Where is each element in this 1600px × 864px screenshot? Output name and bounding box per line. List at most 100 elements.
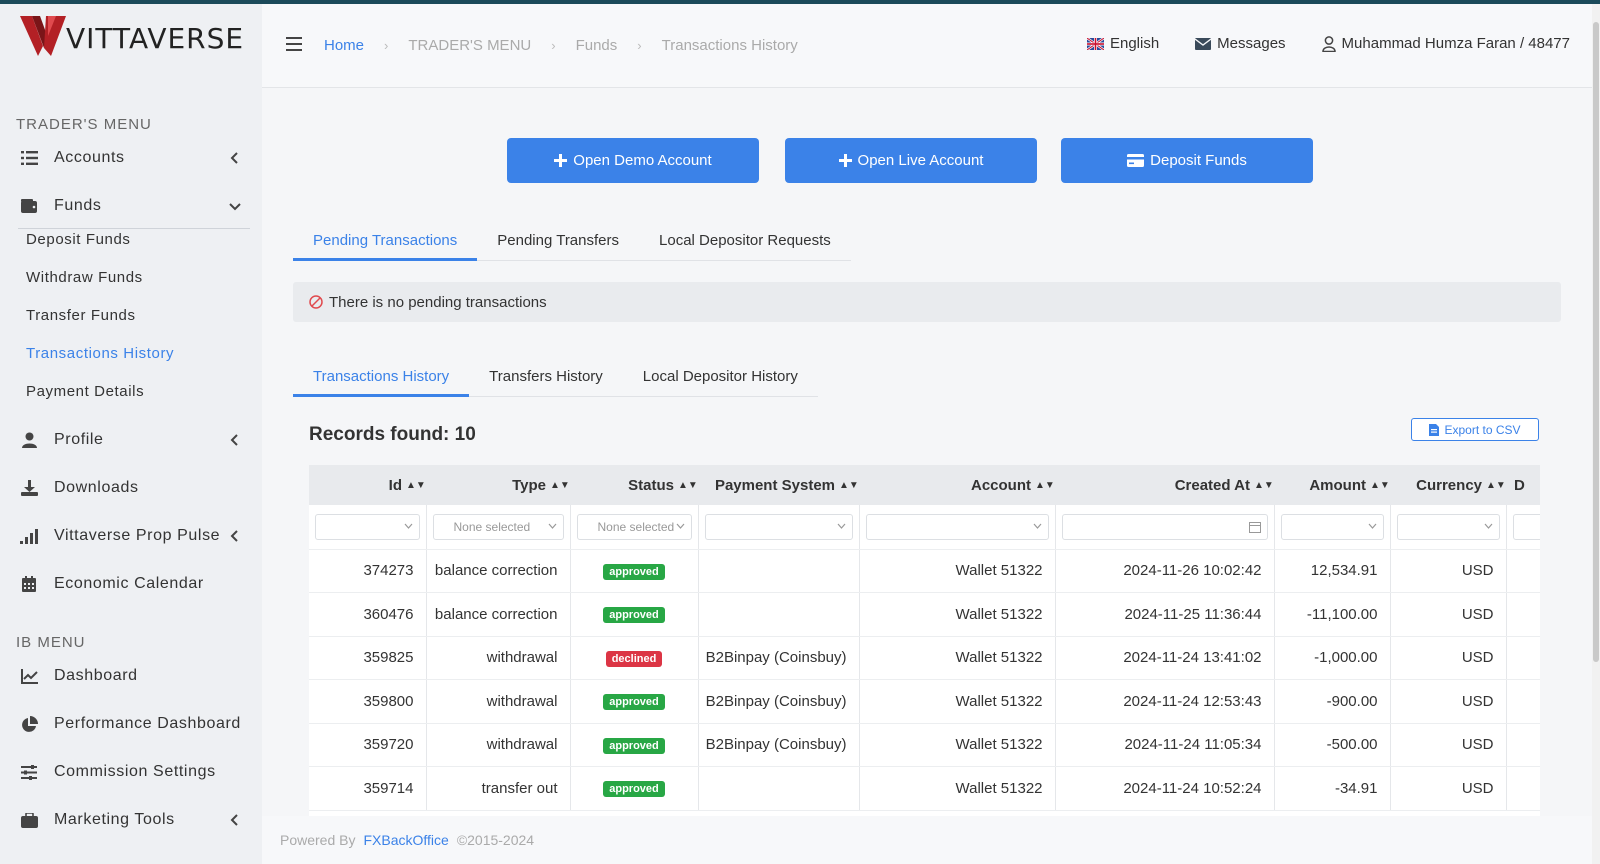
- sidebar-item-profile[interactable]: Profile: [0, 422, 262, 458]
- ban-icon: [309, 295, 323, 309]
- chevron-down-icon: [1033, 523, 1041, 529]
- id-filter[interactable]: [315, 513, 420, 540]
- status-filter[interactable]: None selected: [576, 513, 692, 540]
- cell-payment-system: B2Binpay (Coinsbuy): [698, 636, 860, 680]
- sidebar-item-funds[interactable]: Funds: [0, 188, 262, 224]
- column-header-created-at[interactable]: Created At ▲▼: [1055, 465, 1274, 505]
- fxbackoffice-link[interactable]: FXBackOffice: [363, 832, 448, 848]
- language-label: English: [1109, 35, 1160, 52]
- open-demo-account-button[interactable]: Open Demo Account: [507, 138, 759, 183]
- overflow-filter[interactable]: [1512, 513, 1540, 540]
- messages-link[interactable]: Messages: [1195, 35, 1286, 52]
- cell-overflow: [1506, 549, 1540, 593]
- breadcrumb-separator-icon: ›: [551, 38, 556, 53]
- deposit-funds-button[interactable]: Deposit Funds: [1061, 138, 1313, 183]
- column-header-type[interactable]: Type ▲▼: [426, 465, 570, 505]
- cell-type: transfer out: [426, 766, 571, 811]
- cell-amount: -900.00: [1274, 679, 1391, 724]
- sort-icon: ▲▼: [1254, 480, 1274, 492]
- sidebar-item-label: Funds: [54, 197, 102, 214]
- deposit-funds-label: Deposit Funds: [1150, 152, 1247, 169]
- sort-icon: ▲▼: [1370, 480, 1390, 492]
- column-header-id[interactable]: Id ▲▼: [309, 465, 426, 505]
- column-header-currency[interactable]: Currency ▲▼: [1390, 465, 1506, 505]
- export-csv-label: Export to CSV: [1444, 422, 1521, 437]
- user-menu[interactable]: Muhammad Humza Faran / 48477: [1321, 35, 1570, 52]
- sidebar-item-performance-dashboard[interactable]: Performance Dashboard: [0, 706, 262, 742]
- signal-bars-icon: [20, 527, 38, 545]
- tab-pending-transactions[interactable]: Pending Transactions: [293, 232, 478, 261]
- scrollbar-thumb[interactable]: [1593, 22, 1599, 662]
- table-row: 360476 balance correction approved Wallet 5…: [309, 592, 1540, 637]
- column-header-overflow: D: [1506, 465, 1540, 505]
- column-header-amount[interactable]: Amount ▲▼: [1274, 465, 1390, 505]
- cell-status: approved: [570, 592, 699, 637]
- tab-transfers-history[interactable]: Transfers History: [469, 368, 623, 396]
- column-header-account[interactable]: Account ▲▼: [859, 465, 1055, 505]
- pending-alert-text: There is no pending transactions: [329, 293, 547, 311]
- sidebar-item-prop-pulse[interactable]: Vittaverse Prop Pulse: [0, 518, 262, 554]
- cell-id: 359800: [309, 679, 427, 724]
- sidebar-item-commission-settings[interactable]: Commission Settings: [0, 754, 262, 790]
- sidebar-item-marketing-tools[interactable]: Marketing Tools: [0, 802, 262, 838]
- powered-by-text: Powered By: [280, 832, 356, 848]
- sidebar-sub-transfer-funds[interactable]: Transfer Funds: [26, 307, 136, 324]
- type-filter[interactable]: None selected: [432, 513, 564, 540]
- amount-filter[interactable]: [1280, 513, 1384, 540]
- sidebar-sub-payment-details[interactable]: Payment Details: [26, 383, 144, 400]
- created-at-filter[interactable]: [1061, 513, 1268, 540]
- cell-amount: -500.00: [1274, 723, 1391, 767]
- currency-filter[interactable]: [1396, 513, 1500, 540]
- tab-local-depositor-requests[interactable]: Local Depositor Requests: [639, 232, 851, 260]
- cell-amount: -34.91: [1274, 766, 1391, 811]
- uk-flag-icon: [1086, 37, 1104, 50]
- tab-local-depositor-history[interactable]: Local Depositor History: [623, 368, 818, 396]
- sidebar-item-accounts[interactable]: Accounts: [0, 140, 262, 176]
- chevron-down-icon: [837, 523, 845, 529]
- sidebar-sub-withdraw-funds[interactable]: Withdraw Funds: [26, 269, 143, 286]
- chevron-left-icon: [230, 152, 238, 164]
- breadcrumb-separator-icon: ›: [384, 38, 389, 53]
- wallet-icon: [20, 197, 38, 215]
- table-row: 359714 transfer out approved Wallet 51322 20…: [309, 766, 1540, 811]
- page-scrollbar[interactable]: [1592, 4, 1600, 864]
- cell-type: withdrawal: [426, 723, 571, 767]
- status-badge: approved: [603, 563, 665, 580]
- logo[interactable]: VITTAVERSE: [18, 10, 244, 60]
- breadcrumb-home[interactable]: Home: [324, 37, 364, 54]
- hamburger-menu-icon[interactable]: [286, 37, 302, 51]
- sidebar-item-downloads[interactable]: Downloads: [0, 470, 262, 506]
- open-demo-label: Open Demo Account: [573, 152, 712, 169]
- chevron-down-icon: [676, 523, 684, 529]
- sidebar-item-dashboard[interactable]: Dashboard: [0, 658, 262, 694]
- chevron-down-icon: [548, 523, 556, 529]
- sidebar-sub-transactions-history[interactable]: Transactions History: [26, 345, 174, 362]
- status-badge: approved: [603, 694, 665, 711]
- tab-pending-transfers[interactable]: Pending Transfers: [477, 232, 639, 260]
- column-header-status[interactable]: Status ▲▼: [570, 465, 698, 505]
- cell-type: withdrawal: [426, 679, 571, 724]
- user-icon: [20, 431, 38, 449]
- language-selector[interactable]: English: [1086, 35, 1160, 52]
- credit-card-icon: [1127, 154, 1145, 167]
- sidebar-item-label: Marketing Tools: [54, 811, 175, 828]
- breadcrumb: Home › TRADER'S MENU › Funds › Transacti…: [324, 37, 798, 54]
- tab-transactions-history[interactable]: Transactions History: [293, 368, 470, 397]
- chevron-left-icon: [230, 434, 238, 446]
- sliders-icon: [20, 763, 38, 781]
- sort-icon: ▲▼: [406, 480, 426, 492]
- breadcrumb-funds: Funds: [575, 37, 618, 54]
- open-live-account-button[interactable]: Open Live Account: [785, 138, 1037, 183]
- status-filter-value: None selected: [597, 519, 675, 534]
- cell-status: approved: [570, 723, 699, 767]
- column-header-payment-system[interactable]: Payment System ▲▼: [698, 465, 859, 505]
- sort-icon: ▲▼: [839, 480, 859, 492]
- cell-overflow: [1506, 592, 1540, 637]
- ib-menu-heading: IB MENU: [16, 634, 86, 651]
- sidebar-item-economic-calendar[interactable]: Economic Calendar: [0, 566, 262, 602]
- payment-system-filter[interactable]: [704, 513, 853, 540]
- account-filter[interactable]: [865, 513, 1049, 540]
- export-csv-button[interactable]: Export to CSV: [1411, 418, 1539, 441]
- cell-currency: USD: [1390, 766, 1507, 811]
- sidebar-sub-deposit-funds[interactable]: Deposit Funds: [26, 231, 131, 248]
